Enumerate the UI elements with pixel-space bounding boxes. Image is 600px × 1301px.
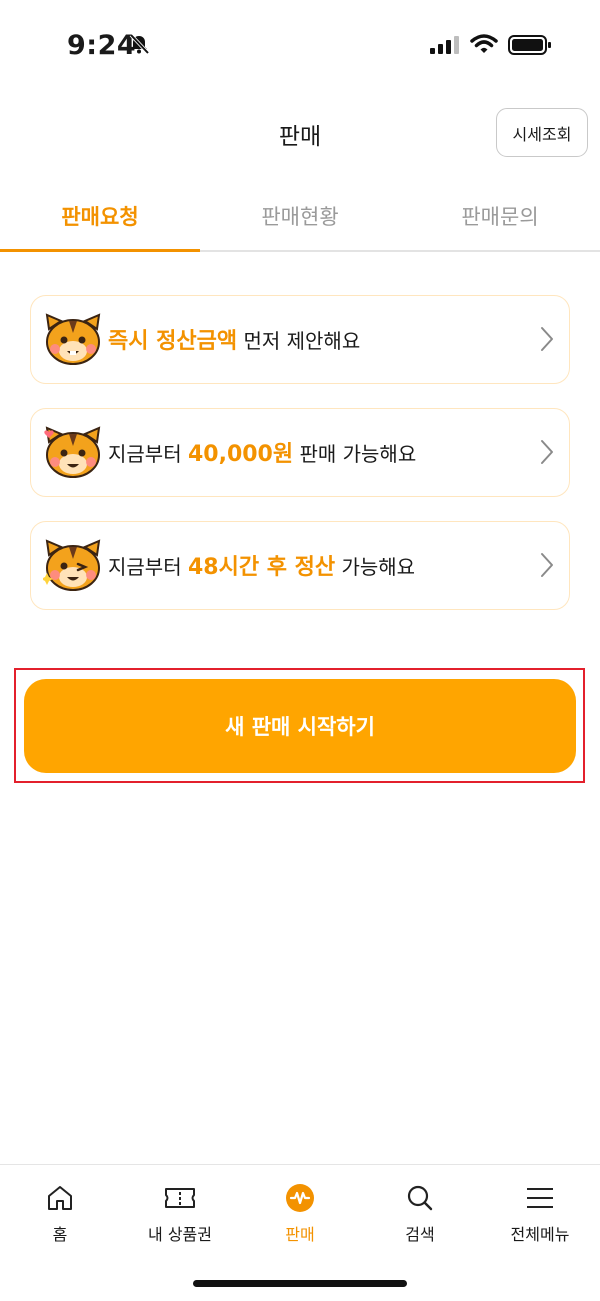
- nav-item-sell[interactable]: 판매: [240, 1181, 360, 1261]
- active-tab-indicator: [0, 249, 200, 252]
- squirrel-mascot-wink-icon: [41, 537, 103, 597]
- cellular-signal-icon: [430, 36, 460, 58]
- tab-sale-inquiry[interactable]: 판매문의: [400, 180, 600, 252]
- nav-label: 판매: [285, 1225, 315, 1244]
- card-prefix: 지금부터: [108, 554, 188, 579]
- search-icon: [406, 1181, 434, 1215]
- info-card-instant-settlement[interactable]: 즉시 정산금액 먼저 제안해요: [30, 295, 570, 384]
- menu-icon: [525, 1181, 555, 1215]
- nav-label: 내 상품권: [148, 1225, 212, 1244]
- nav-item-all-menu[interactable]: 전체메뉴: [480, 1181, 600, 1261]
- nav-label: 홈: [52, 1225, 68, 1244]
- card-prefix: 지금부터: [108, 441, 188, 466]
- card-suffix: 가능해요: [335, 554, 416, 579]
- home-icon: [46, 1181, 74, 1215]
- chevron-right-icon: [539, 438, 555, 470]
- card-suffix: 먼저 제안해요: [237, 328, 361, 353]
- squirrel-mascot-heart-icon: [43, 424, 103, 484]
- card-text: 즉시 정산금액 먼저 제안해요: [108, 296, 360, 382]
- chevron-right-icon: [539, 325, 555, 357]
- squirrel-mascot-icon: [43, 311, 103, 371]
- info-card-sale-amount[interactable]: 지금부터 40,000원 판매 가능해요: [30, 408, 570, 497]
- nav-item-home[interactable]: 홈: [0, 1181, 120, 1261]
- bell-muted-icon: [128, 33, 150, 59]
- chevron-right-icon: [539, 551, 555, 583]
- info-card-settlement-time[interactable]: 지금부터 48시간 후 정산 가능해요: [30, 521, 570, 610]
- nav-item-search[interactable]: 검색: [360, 1181, 480, 1261]
- status-bar: 9:24: [0, 0, 600, 90]
- nav-label: 전체메뉴: [510, 1225, 570, 1244]
- card-text: 지금부터 40,000원 판매 가능해요: [108, 409, 416, 495]
- card-text: 지금부터 48시간 후 정산 가능해요: [108, 522, 415, 608]
- card-highlight: 즉시 정산금액: [108, 329, 238, 354]
- home-indicator: [193, 1280, 407, 1287]
- wifi-icon: [470, 33, 498, 59]
- price-check-button[interactable]: 시세조회: [496, 108, 588, 157]
- ticket-icon: [164, 1181, 196, 1215]
- sell-icon: [285, 1181, 315, 1215]
- card-highlight: 48시간 후 정산: [187, 555, 336, 580]
- card-highlight: 40,000원: [187, 442, 294, 467]
- nav-label: 검색: [405, 1225, 435, 1244]
- nav-item-my-vouchers[interactable]: 내 상품권: [120, 1181, 240, 1261]
- tab-bar: 판매요청 판매현황 판매문의: [0, 180, 600, 252]
- card-suffix: 판매 가능해요: [293, 441, 417, 466]
- tab-sale-status[interactable]: 판매현황: [200, 180, 400, 252]
- battery-icon: [508, 35, 552, 59]
- tab-sale-request[interactable]: 판매요청: [0, 180, 200, 252]
- start-new-sale-button[interactable]: 새 판매 시작하기: [24, 679, 576, 773]
- status-time: 9:24: [67, 30, 137, 61]
